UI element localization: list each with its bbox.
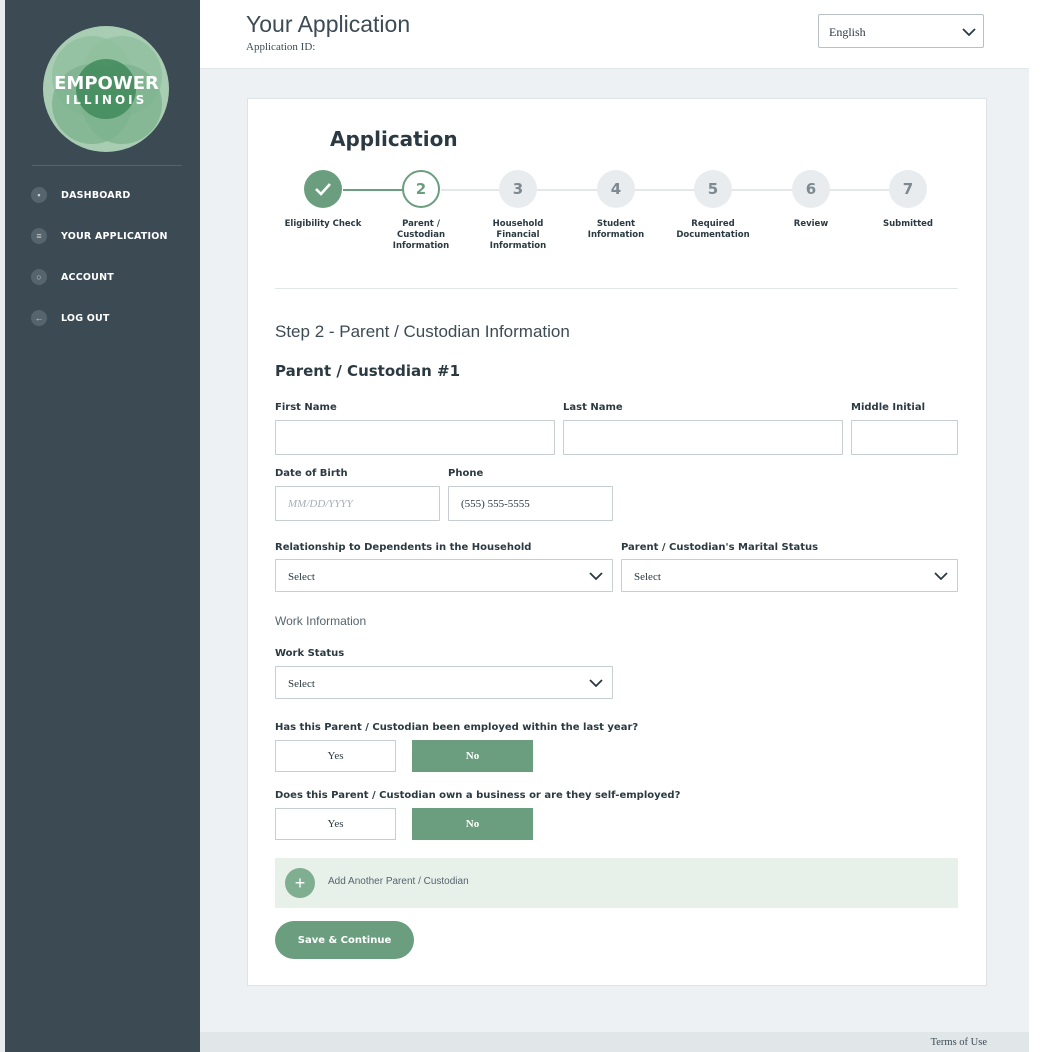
date-of-birth-label: Date of Birth [275,468,348,479]
step-7-circle[interactable]: 7 [889,170,927,208]
step-3-circle[interactable]: 3 [499,170,537,208]
user-icon: ○ [31,269,47,285]
sidebar-item-log-out[interactable]: ← LOG OUT [31,308,110,328]
employed-question: Has this Parent / Custodian been employe… [275,722,639,733]
self-employed-no-button[interactable]: No [412,808,533,840]
relationship-select[interactable]: Select [275,559,613,592]
step-1-label: Eligibility Check [284,219,362,229]
last-name-label: Last Name [563,402,623,413]
chevron-down-icon [589,572,603,580]
employed-yes-button[interactable]: Yes [275,740,396,772]
language-select[interactable]: English [818,14,984,48]
grid-icon: ▪ [31,187,47,203]
middle-initial-label: Middle Initial [851,402,926,413]
relationship-value: Select [288,571,315,583]
sidebar-item-label: YOUR APPLICATION [61,230,168,242]
footer: Terms of Use [200,1032,1029,1052]
step-4-circle[interactable]: 4 [597,170,635,208]
work-information-heading: Work Information [275,614,367,628]
step-7-label: Submitted [882,219,933,229]
plus-icon: + [285,868,315,898]
sidebar-divider [32,165,182,166]
first-name-label: First Name [275,402,337,413]
work-status-value: Select [288,678,315,690]
sidebar-item-account[interactable]: ○ ACCOUNT [31,267,114,287]
work-status-select[interactable]: Select [275,666,613,699]
divider [275,288,958,289]
phone-value: (555) 555-5555 [461,498,530,510]
marital-status-value: Select [634,571,661,583]
middle-initial-input[interactable] [851,420,958,455]
list-icon: ≡ [31,228,47,244]
marital-status-label: Parent / Custodian's Marital Status [621,542,819,553]
step-6-label: Review [793,219,829,229]
application-id: Application ID: [246,41,316,53]
sidebar-item-your-application[interactable]: ≡ YOUR APPLICATION [31,226,168,246]
right-margin [1029,0,1046,1052]
parent-section-heading: Parent / Custodian #1 [275,362,461,380]
sidebar: EMPOWER ILLINOIS ▪ DASHBOARD ≡ YOUR APPL… [0,0,200,1052]
logo-text-illinois: ILLINOIS [65,93,148,107]
sidebar-item-label: LOG OUT [61,312,110,324]
step-3-label: Household Financial Information [489,219,547,251]
language-value: English [829,25,866,39]
arrow-left-icon: ← [31,310,47,326]
terms-of-use-link[interactable]: Terms of Use [931,1037,987,1048]
phone-input[interactable]: (555) 555-5555 [448,486,613,521]
chevron-down-icon [589,679,603,687]
relationship-label: Relationship to Dependents in the Househ… [275,542,532,553]
step-4-label: Student Information [587,219,645,240]
work-status-label: Work Status [275,648,345,659]
page-title: Your Application [246,11,411,37]
self-employed-question: Does this Parent / Custodian own a busin… [275,790,681,801]
step-6-circle[interactable]: 6 [792,170,830,208]
employed-no-button[interactable]: No [412,740,533,772]
empower-illinois-logo[interactable]: EMPOWER ILLINOIS [40,24,173,154]
form-title: Application [330,127,458,151]
last-name-input[interactable] [563,420,843,455]
step-2-label: Parent / Custodian Information [392,219,450,251]
step-2-circle[interactable]: 2 [402,170,440,208]
phone-label: Phone [448,468,484,479]
first-name-input[interactable] [275,420,555,455]
marital-status-select[interactable]: Select [621,559,958,592]
date-of-birth-input[interactable]: MM/DD/YYYY [275,486,440,521]
self-employed-yes-button[interactable]: Yes [275,808,396,840]
step-5-circle[interactable]: 5 [694,170,732,208]
checkmark-icon [315,183,331,196]
date-of-birth-placeholder: MM/DD/YYYY [288,498,353,510]
header: Your Application Application ID: English [200,0,1029,69]
logo-text-empower: EMPOWER [54,73,159,94]
chevron-down-icon [934,572,948,580]
progress-line-complete [343,189,403,191]
add-parent-label: Add Another Parent / Custodian [328,876,469,887]
sidebar-item-label: DASHBOARD [61,189,131,201]
add-parent-button[interactable]: + Add Another Parent / Custodian [275,858,958,908]
step-1-circle[interactable] [304,170,342,208]
save-continue-button[interactable]: Save & Continue [275,921,414,959]
step-5-label: Required Documentation [676,219,750,240]
chevron-down-icon [962,28,976,36]
sidebar-item-label: ACCOUNT [61,271,114,283]
sidebar-item-dashboard[interactable]: ▪ DASHBOARD [31,185,130,205]
step-heading: Step 2 - Parent / Custodian Information [275,322,570,341]
